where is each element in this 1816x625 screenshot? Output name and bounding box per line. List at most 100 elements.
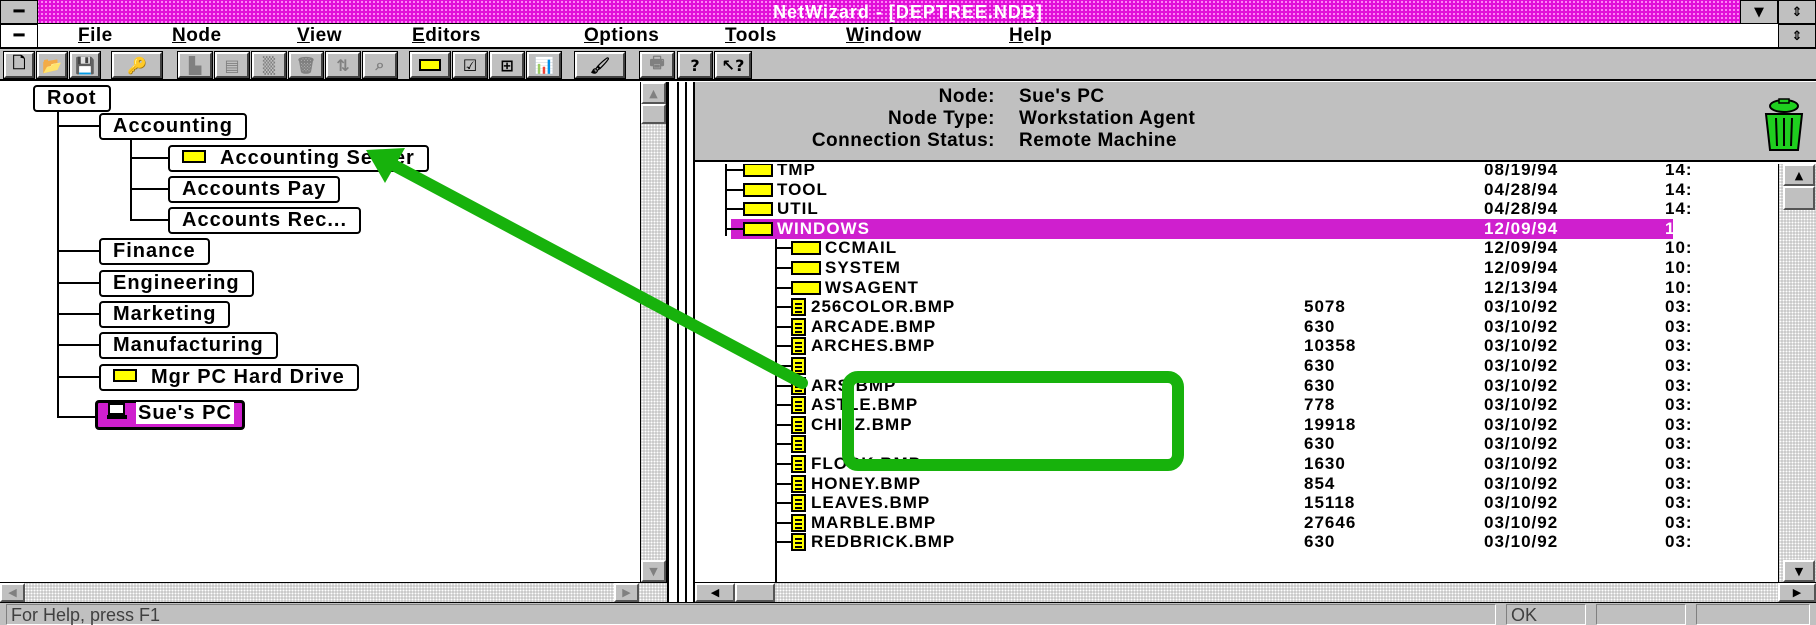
scroll-thumb[interactable] — [1783, 186, 1815, 210]
file-row[interactable]: LEAVES.BMP 15118 03/10/92 03: — [695, 493, 1778, 513]
print-button[interactable]: 🖶 — [639, 51, 675, 79]
scroll-thumb[interactable] — [641, 104, 666, 124]
scroll-down-button[interactable]: ▼ — [1783, 560, 1815, 582]
pattern-button[interactable]: ▒ — [251, 51, 287, 79]
pane-splitter[interactable] — [667, 82, 695, 602]
document-restore-button[interactable]: ⇕ — [1778, 24, 1816, 48]
checklist-icon: ☑ — [462, 55, 478, 75]
file-list[interactable]: TMP 08/19/94 14: TOOL 04/28/94 14: UTIL 04/28/9… — [695, 164, 1778, 582]
binoculars-icon: ⌕ — [375, 55, 385, 74]
file-name: CHITZ.BMP — [811, 415, 913, 434]
scroll-thumb[interactable] — [735, 583, 775, 602]
minimize-button[interactable]: ▼ — [1740, 0, 1778, 24]
trash-can-icon[interactable] — [1762, 98, 1806, 152]
layout-button[interactable]: ▤ — [214, 51, 250, 79]
file-row[interactable]: ARCHES.BMP 10358 03/10/92 03: — [695, 336, 1778, 356]
document-system-menu-icon[interactable]: ━ — [0, 24, 38, 48]
menu-node[interactable]: Node — [172, 24, 222, 48]
tree-connector — [775, 267, 791, 269]
scroll-up-button[interactable]: ▲ — [641, 82, 666, 104]
department-tree-pane[interactable]: Root Accounting Accounting Server Accoun… — [0, 82, 650, 582]
menu-tools[interactable]: Tools — [725, 24, 777, 48]
folder-row[interactable]: SYSTEM 12/09/94 10: — [695, 258, 1778, 278]
tree-node-manufacturing[interactable]: Manufacturing — [99, 332, 278, 359]
maximize-button[interactable]: ⇕ — [1778, 0, 1816, 24]
file-name: LEAVES.BMP — [811, 493, 931, 512]
paint-button[interactable]: 🖌 — [574, 51, 626, 79]
file-time: 03: — [1665, 317, 1693, 336]
file-row[interactable]: ARS.BMP 630 03/10/92 03: — [695, 376, 1778, 396]
scroll-left-button[interactable]: ◀ — [0, 583, 25, 602]
scroll-right-button[interactable]: ▶ — [614, 583, 639, 602]
file-row[interactable]: HONEY.BMP 854 03/10/92 03: — [695, 474, 1778, 494]
file-list-vertical-scrollbar[interactable]: ▲ ▼ — [1778, 164, 1816, 582]
properties-icon: ▙ — [188, 55, 202, 75]
tree-vertical-scrollbar[interactable]: ▲ ▼ — [640, 82, 667, 582]
file-row[interactable]: MARBLE.BMP 27646 03/10/92 03: — [695, 513, 1778, 533]
computer-icon — [107, 403, 127, 420]
sort-button[interactable]: ⇅ — [325, 51, 361, 79]
folder-row[interactable]: WSAGENT 12/13/94 10: — [695, 278, 1778, 298]
tree-node-marketing[interactable]: Marketing — [99, 301, 231, 328]
context-help-button[interactable]: ↖? — [714, 51, 752, 79]
file-time: 14: — [1665, 199, 1693, 218]
open-folder-button[interactable]: 📂 — [36, 51, 68, 79]
folder-view-button[interactable] — [409, 51, 451, 79]
file-size: 854 — [1304, 474, 1336, 493]
menu-file[interactable]: File — [78, 24, 113, 48]
file-name: TMP — [777, 164, 816, 179]
tree-node-accounting[interactable]: Accounting — [99, 113, 247, 140]
tree-connector — [130, 219, 168, 221]
file-row[interactable]: 630 03/10/92 03: — [695, 434, 1778, 454]
scroll-down-button[interactable]: ▼ — [641, 560, 666, 582]
tree-node-sues-pc[interactable]: Sue's PC — [95, 400, 245, 430]
chart-button[interactable]: 📊 — [526, 51, 562, 79]
folder-row[interactable]: CCMAIL 12/09/94 10: — [695, 238, 1778, 258]
delete-button[interactable]: 🗑 — [288, 51, 324, 79]
tree-node-root[interactable]: Root — [33, 85, 111, 112]
pattern-icon: ▒ — [262, 55, 276, 75]
file-list-horizontal-scrollbar[interactable]: ◀ ▶ — [695, 582, 1816, 602]
folder-row[interactable]: TOOL 04/28/94 14: — [695, 180, 1778, 200]
tree-node-mgr-pc[interactable]: Mgr PC Hard Drive — [99, 364, 359, 391]
file-row[interactable]: CHITZ.BMP 19918 03/10/92 03: — [695, 415, 1778, 435]
key-button[interactable]: 🔑 — [111, 51, 163, 79]
file-row[interactable]: REDBRICK.BMP 630 03/10/92 03: — [695, 532, 1778, 552]
menu-help[interactable]: Help — [1009, 24, 1052, 48]
tree-horizontal-scrollbar[interactable]: ◀ ▶ — [0, 582, 667, 602]
tree-node-engineering[interactable]: Engineering — [99, 270, 254, 297]
tree-node-accounts-pay[interactable]: Accounts Pay — [168, 176, 341, 203]
folder-row[interactable]: UTIL 04/28/94 14: — [695, 199, 1778, 219]
tree-node-accounting-server[interactable]: Accounting Server — [168, 145, 429, 172]
file-date: 03/10/92 — [1484, 434, 1559, 453]
tree-connector — [775, 365, 791, 367]
menu-window[interactable]: Window — [846, 24, 922, 48]
file-row[interactable]: FLOCK.BMP 1630 03/10/92 03: — [695, 454, 1778, 474]
folder-row[interactable]: TMP 08/19/94 14: — [695, 164, 1778, 180]
file-row[interactable]: 630 03/10/92 03: — [695, 356, 1778, 376]
tree-button[interactable]: ⊞ — [489, 51, 525, 79]
file-row[interactable]: ARCADE.BMP 630 03/10/92 03: — [695, 317, 1778, 337]
scroll-right-button[interactable]: ▶ — [1778, 583, 1816, 602]
properties-button[interactable]: ▙ — [177, 51, 213, 79]
file-row[interactable]: ASTLE.BMP 778 03/10/92 03: — [695, 395, 1778, 415]
save-button[interactable]: 💾 — [69, 51, 101, 79]
title-bar[interactable]: ━ NetWizard - [DEPTREE.NDB] ▼ ⇕ — [0, 0, 1816, 24]
menu-options[interactable]: Options — [584, 24, 659, 48]
tree-node-accounts-rec[interactable]: Accounts Rec... — [168, 207, 362, 234]
scroll-left-button[interactable]: ◀ — [695, 583, 735, 602]
folder-row[interactable]: WINDOWS 12/09/94 10: — [725, 219, 1692, 239]
checklist-button[interactable]: ☑ — [452, 51, 488, 79]
menu-editors[interactable]: Editors — [412, 24, 481, 48]
new-document-button[interactable]: 🗋 — [3, 51, 35, 79]
tree-connector — [57, 376, 99, 378]
document-icon — [791, 455, 806, 473]
help-button[interactable]: ? — [677, 51, 713, 79]
menu-view[interactable]: View — [297, 24, 342, 48]
folder-icon — [743, 183, 773, 197]
file-row[interactable]: 256COLOR.BMP 5078 03/10/92 03: — [695, 297, 1778, 317]
tree-connector — [775, 424, 791, 426]
find-button[interactable]: ⌕ — [362, 51, 398, 79]
scroll-up-button[interactable]: ▲ — [1783, 164, 1815, 186]
tree-node-finance[interactable]: Finance — [99, 238, 210, 265]
